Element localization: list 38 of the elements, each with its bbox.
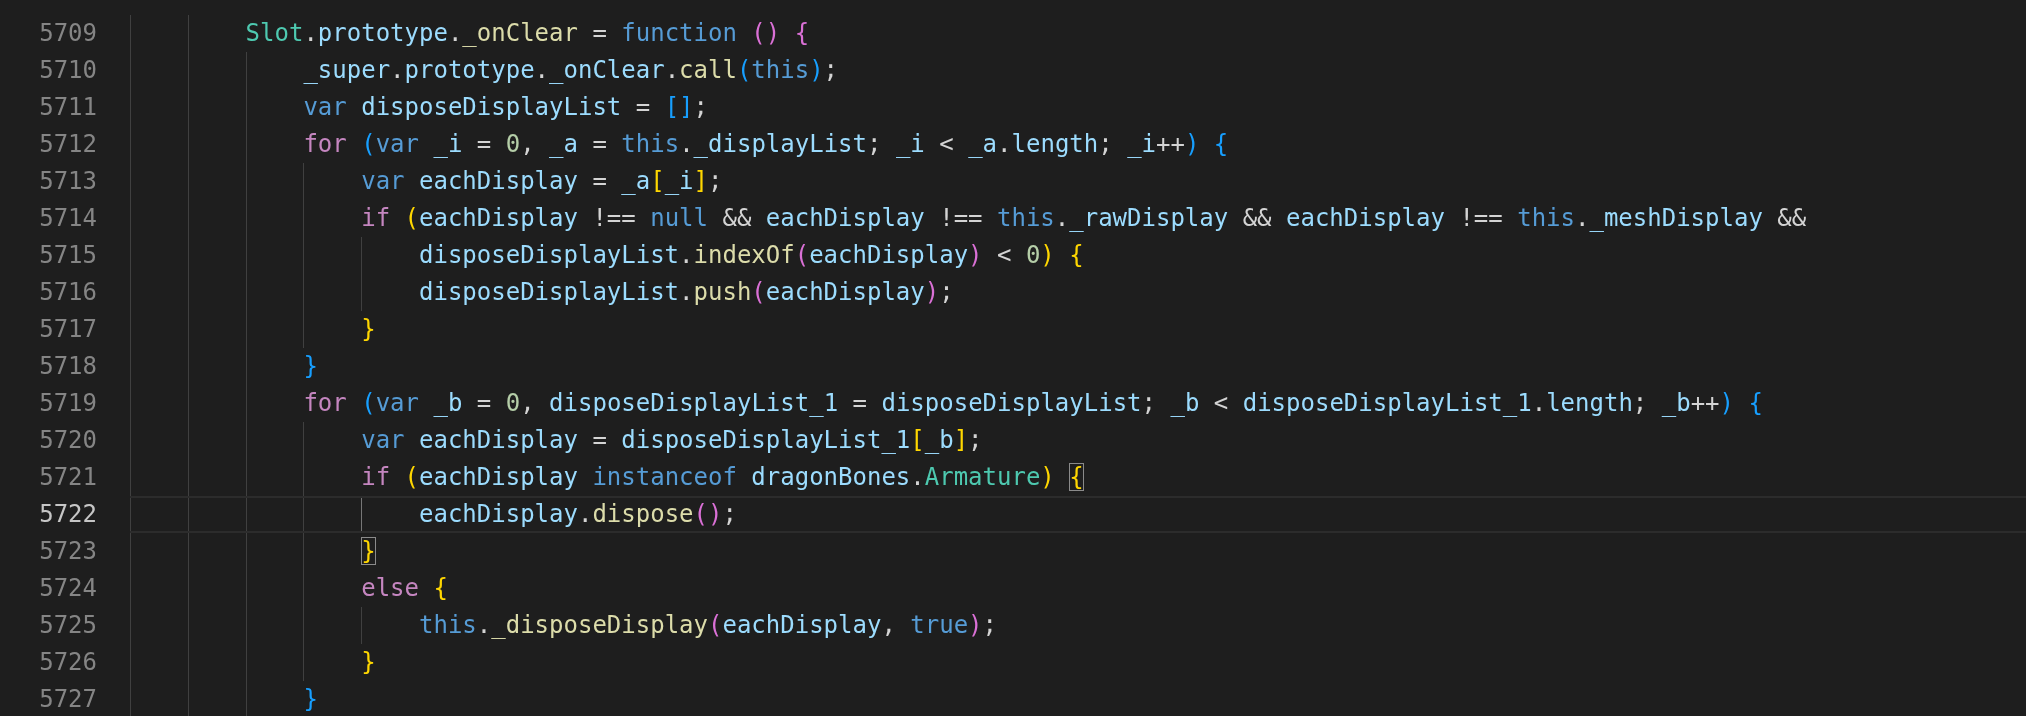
line-number: 5711 [39,92,98,123]
code-line: for (var _i = 0, _a = this._displayList; _i < _a.length; _i++) { [303,129,1229,160]
line-number: 5722 [39,499,98,530]
line-number: 5724 [39,573,98,604]
line-number: 5725 [39,610,98,641]
code-line: } [361,536,376,567]
line-number: 5727 [39,684,98,715]
code-line: var eachDisplay = _a[_i]; [361,166,723,197]
line-number: 5718 [39,351,98,382]
code-line: var eachDisplay = disposeDisplayList_1[_b]; [361,425,983,456]
line-number: 5709 [39,18,98,49]
line-number: 5723 [39,536,98,567]
line-number: 5714 [39,203,98,234]
code-line: } [303,351,318,382]
code-line: var disposeDisplayList = []; [303,92,708,123]
line-number: 5716 [39,277,98,308]
line-number: 5713 [39,166,98,197]
line-number: 5721 [39,462,98,493]
line-number: 5720 [39,425,98,456]
code-line: _super.prototype._onClear.call(this); [303,55,839,86]
line-number: 5719 [39,388,98,419]
code-line: if (eachDisplay !== null && eachDisplay !== this._rawDisplay && eachDisplay !== this._meshDisplay && [361,203,1807,234]
code-line: } [303,684,318,715]
code-line: } [361,314,376,345]
line-number: 5715 [39,240,98,271]
code-line: this._disposeDisplay(eachDisplay, true); [419,610,997,641]
line-number: 5717 [39,314,98,345]
code-line: eachDisplay.dispose(); [419,499,737,530]
line-number: 5712 [39,129,98,160]
code-line: } [361,647,376,678]
code-line: for (var _b = 0, disposeDisplayList_1 = disposeDisplayList; _b < disposeDisplayList_1.length; _b++) { [303,388,1763,419]
code-line: else { [361,573,448,604]
code-line: disposeDisplayList.indexOf(eachDisplay) < 0) { [419,240,1084,271]
line-number: 5726 [39,647,98,678]
code-line: if (eachDisplay instanceof dragonBones.Armature) { [361,462,1084,493]
code-line: disposeDisplayList.push(eachDisplay); [419,277,954,308]
code-line: Slot.prototype._onClear = function () { [245,18,810,49]
line-number: 5710 [39,55,98,86]
